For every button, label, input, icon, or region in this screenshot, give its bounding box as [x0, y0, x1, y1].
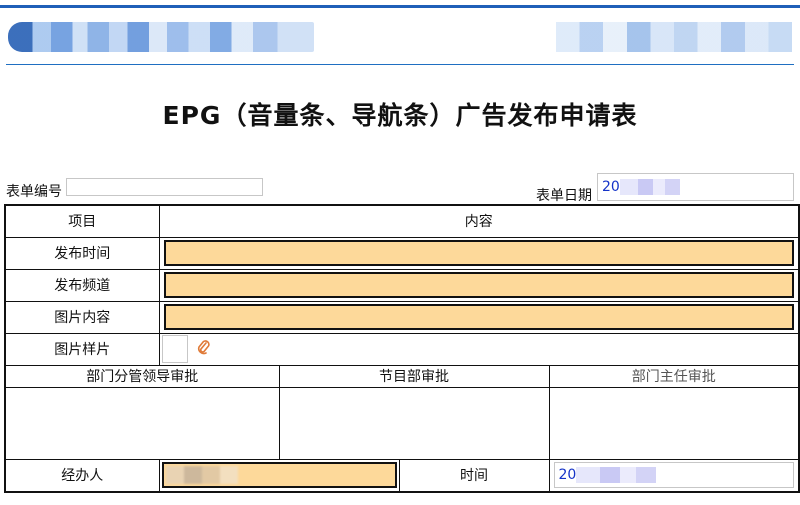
dept-director-approval-area[interactable]: [548, 386, 800, 460]
header-item: 项目: [4, 204, 160, 238]
header-divider: [6, 64, 794, 65]
approval-header-program-dept: 节目部审批: [278, 364, 550, 388]
handler-field[interactable]: [161, 462, 397, 489]
form-number-label: 表单编号: [6, 184, 62, 200]
row-label-image-content: 图片内容: [4, 300, 160, 334]
application-table: 项目 内容 发布时间 发布频道 图片内容 图片样片 部门分管领导审批 节目部审批…: [4, 204, 800, 493]
row-label-publish-time: 发布时间: [4, 236, 160, 270]
header-top-bar: [0, 5, 800, 8]
approval-header-dept-director: 部门主任审批: [548, 364, 800, 388]
redacted-handler: [165, 466, 238, 485]
handler-label: 经办人: [4, 458, 160, 493]
header-content: 内容: [158, 204, 800, 238]
time-field[interactable]: 20: [553, 462, 794, 489]
time-label: 时间: [398, 458, 550, 493]
form-number-input[interactable]: [66, 178, 263, 196]
program-dept-approval-area[interactable]: [278, 386, 550, 460]
header-logo: [8, 22, 314, 52]
form-date-value: 20: [602, 179, 620, 195]
form-date-label: 表单日期: [536, 188, 592, 204]
dept-leader-approval-area[interactable]: [4, 386, 280, 460]
time-value: 20: [558, 467, 577, 484]
redacted-date: [619, 179, 680, 195]
header-banner: [556, 22, 792, 52]
publish-time-field[interactable]: [163, 240, 794, 266]
approval-header-dept-leader: 部门分管领导审批: [4, 364, 280, 388]
page-title: EPG（音量条、导航条）广告发布申请表: [162, 101, 638, 130]
form-date-input[interactable]: 20: [597, 173, 794, 201]
image-sample-upload[interactable]: [161, 335, 188, 363]
row-label-image-sample: 图片样片: [4, 332, 160, 366]
publish-channel-field[interactable]: [163, 272, 794, 298]
paperclip-icon[interactable]: [196, 339, 210, 359]
redacted-time: [576, 467, 657, 484]
image-content-field[interactable]: [163, 304, 794, 330]
row-label-publish-channel: 发布频道: [4, 268, 160, 302]
